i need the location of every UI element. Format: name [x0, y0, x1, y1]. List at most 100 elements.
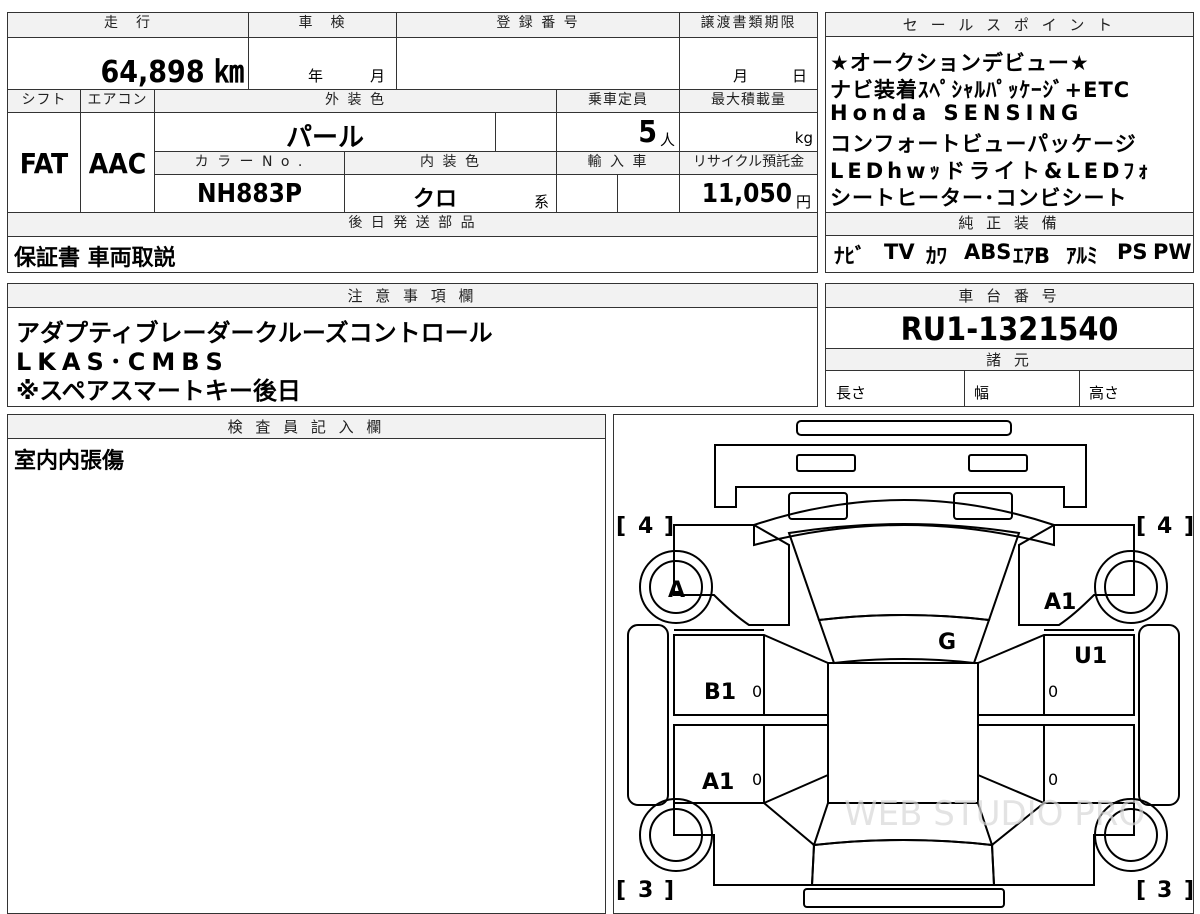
standard-equipment-header: 純 正 装 備: [826, 213, 1193, 236]
car-diagram: [ ] 4 [ ] 4 [ ] 3 [ ] 3 A A1 G U1 B1 A1 …: [616, 420, 1193, 908]
svg-text:[: [: [616, 878, 626, 903]
equipment-leather: ｶﾜ: [926, 244, 947, 268]
side-sill-right: [1138, 624, 1180, 806]
mark-windshield: G: [938, 630, 956, 655]
equipment-tv: TV: [884, 240, 915, 264]
equipment-alloy: ｱﾙﾐ: [1066, 244, 1098, 268]
door-zero-left-front: 0: [752, 682, 762, 701]
equipment-abs: ABS: [964, 240, 1012, 264]
mark-left-front-door: B1: [704, 680, 736, 705]
notes-header: 注 意 事 項 欄: [8, 284, 817, 308]
spec-header: 諸 元: [826, 349, 1193, 371]
hood: [753, 499, 1055, 547]
door-zero-right-front: 0: [1048, 682, 1058, 701]
svg-text:]: ]: [664, 514, 674, 539]
tread-rear-right: 3: [1157, 878, 1172, 903]
import-header: 輸 入 車: [557, 152, 679, 174]
rear-fender-left: [673, 802, 816, 886]
inspection-month-unit: 月: [370, 67, 386, 85]
mark-left-rear-door: A1: [702, 770, 734, 795]
sales-point-5: LEDhwｯドライト&LEDﾌｫ: [830, 159, 1153, 183]
chassis-number-value: RU1-1321540: [900, 310, 1119, 348]
spec-height-label: 高さ: [1089, 384, 1120, 402]
color-no-header: カ ラ ー N o .: [155, 152, 344, 174]
svg-text:[: [: [616, 514, 626, 539]
front-bumper-top: [796, 420, 1012, 436]
recycle-fee-value: 11,050: [701, 179, 792, 209]
door-zero-left-rear: 0: [752, 770, 762, 789]
roof-front: [817, 614, 991, 665]
car-diagram-panel: [ ] 4 [ ] 4 [ ] 3 [ ] 3 A A1 G U1 B1 A1 …: [613, 414, 1194, 914]
inspector-comment: 室内内張傷: [14, 449, 125, 474]
windshield: [787, 523, 1021, 622]
aircon-header: エアコン: [81, 90, 154, 112]
door-zero-right-rear: 0: [1048, 770, 1058, 789]
registration-header: 登 録 番 号: [397, 13, 679, 37]
chassis-number-header: 車 台 番 号: [826, 284, 1193, 308]
capacity-header: 乗車定員: [557, 90, 679, 112]
door-front-right: [977, 634, 1135, 716]
capacity-value: 5: [638, 115, 657, 150]
svg-text:[: [: [1136, 514, 1146, 539]
tread-front-left: 4: [638, 514, 653, 539]
inspection-header: 車 検: [249, 13, 396, 37]
door-rear-left: [673, 724, 829, 804]
note-line-3: ※スペアスマートキー後日: [16, 377, 301, 405]
transfer-day-unit: 日: [792, 67, 808, 85]
tread-front-right: 4: [1157, 514, 1172, 539]
sales-point-4: コンフォートビューパッケージ: [830, 132, 1137, 156]
mileage-header: 走 行: [8, 13, 248, 37]
color-no-value: NH883P: [196, 179, 303, 209]
transfer-deadline-header: 譲渡書類期限: [680, 13, 817, 37]
sales-point-1: ★オークションデビュー★: [830, 51, 1090, 75]
equipment-list: ﾅﾋﾞ TV ｶﾜ ABS ｴｱB ｱﾙﾐ PS PW: [826, 237, 1193, 273]
sales-points-panel: セ ー ル ス ポ イ ン ト ★オークションデビュー★ ナビ装着ｽﾍﾟｼｬﾙﾊ…: [825, 12, 1194, 273]
later-parts-value: 保証書 車両取説: [14, 246, 176, 271]
equipment-navi: ﾅﾋﾞ: [834, 244, 866, 268]
svg-text:[: [: [1136, 878, 1146, 903]
spec-width-label: 幅: [974, 384, 990, 402]
tailgate: [810, 839, 996, 886]
sales-point-2: ナビ装着ｽﾍﾟｼｬﾙﾊﾟｯｹｰｼﾞ+ETC: [830, 78, 1131, 102]
equipment-ps: PS: [1117, 240, 1148, 264]
door-rear-right: [977, 724, 1135, 804]
svg-text:]: ]: [1184, 514, 1193, 539]
notes-panel: 注 意 事 項 欄 アダプティブレーダークルーズコントロール LKAS･CMBS…: [7, 283, 818, 407]
interior-color-header: 内 装 色: [345, 152, 556, 174]
max-load-unit: kg: [794, 129, 813, 147]
sales-point-3: Honda SENSING: [830, 101, 1084, 125]
vehicle-info-table: 走 行 車 検 登 録 番 号 譲渡書類期限 64,898 ㎞ 年 月 月 日 …: [7, 12, 818, 273]
shift-value: FAT: [19, 147, 69, 180]
headlight-left: [788, 492, 848, 520]
mileage-value: 64,898 ㎞: [100, 55, 244, 90]
recycle-fee-header: リサイクル預託金: [680, 152, 817, 174]
wheel-front-right-inner: [1104, 560, 1158, 614]
mark-front-left-wheel: A: [668, 578, 685, 603]
exterior-color-header: 外 装 色: [155, 90, 556, 112]
roof: [827, 662, 979, 804]
shift-header: シフト: [8, 90, 80, 112]
inspector-header: 検 査 員 記 入 欄: [8, 415, 605, 439]
later-parts-header: 後 日 発 送 部 品: [8, 213, 817, 236]
mark-front-right-fender: A1: [1044, 590, 1076, 615]
front-light-right: [968, 454, 1028, 472]
svg-text:]: ]: [1184, 878, 1193, 903]
equipment-pw: PW: [1153, 240, 1192, 264]
sales-point-6: シートヒーター･コンビシート: [830, 186, 1128, 210]
sales-points-header: セ ー ル ス ポ イ ン ト: [826, 13, 1193, 37]
exterior-color-value: パール: [285, 123, 364, 153]
inspection-year-unit: 年: [308, 67, 324, 85]
aircon-value: AAC: [88, 147, 147, 180]
max-load-header: 最大積載量: [680, 90, 817, 112]
spec-length-label: 長さ: [836, 384, 867, 402]
tread-rear-left: 3: [638, 878, 653, 903]
chassis-panel: 車 台 番 号 RU1-1321540 諸 元 長さ 幅 高さ: [825, 283, 1194, 407]
front-bumper: [714, 444, 1087, 508]
rear-bumper: [803, 888, 1005, 908]
front-light-left: [796, 454, 856, 472]
svg-text:]: ]: [664, 878, 674, 903]
transfer-month-unit: 月: [733, 67, 749, 85]
equipment-airbag: ｴｱB: [1013, 244, 1051, 268]
watermark: WEB STUDIO PRO: [844, 794, 1145, 834]
capacity-unit: 人: [660, 131, 676, 149]
